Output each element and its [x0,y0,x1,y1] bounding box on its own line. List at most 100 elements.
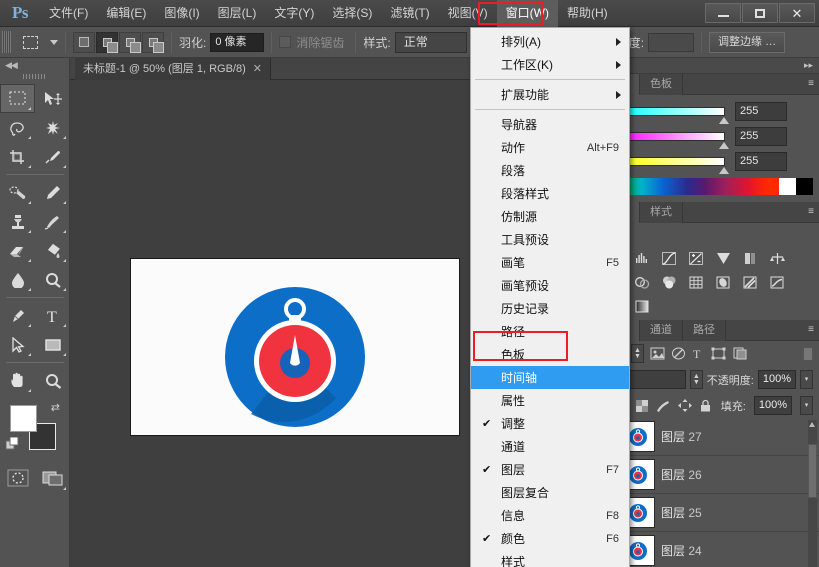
tool-preset-picker[interactable] [17,31,43,53]
feather-input[interactable]: 0 像素 [210,33,264,52]
screen-mode-button[interactable] [35,463,70,493]
window-menu-item-18[interactable]: ✔调整 [471,412,629,435]
fill-dropdown[interactable]: ▾ [800,396,813,415]
antialias-checkbox[interactable] [279,36,291,48]
layer-row[interactable]: 图层 24 [597,532,819,567]
lock-all-icon[interactable] [700,399,711,412]
default-colors-icon[interactable] [6,437,19,455]
zoom-tool[interactable] [35,366,70,395]
black-swatch[interactable] [796,178,813,195]
dock-expand-button[interactable]: ▸▸ [597,58,819,74]
kind-filter-stepper[interactable]: ▲▼ [631,344,644,363]
menu-6[interactable]: 滤镜(T) [381,0,438,27]
move-tool[interactable] [35,84,70,113]
document-tab[interactable]: 未标题-1 @ 50% (图层 1, RGB/8) ✕ [75,58,271,80]
window-menu-item-12[interactable]: 画笔预设 [471,274,629,297]
blend-mode-stepper[interactable]: ▲▼ [690,370,703,389]
pencil-tool[interactable] [35,178,70,207]
window-menu-item-16[interactable]: 时间轴 [471,366,629,389]
menu-5[interactable]: 选择(S) [323,0,381,27]
hand-tool[interactable] [0,366,35,395]
slider-track[interactable] [615,107,725,116]
scrollbar-thumb[interactable] [808,444,817,498]
menu-7[interactable]: 视图(V) [439,0,497,27]
healing-brush-tool[interactable] [0,178,35,207]
threshold-icon[interactable] [765,272,789,293]
window-menu-item-10[interactable]: 工具预设 [471,228,629,251]
window-menu-item-17[interactable]: 属性 [471,389,629,412]
layers-scrollbar[interactable] [808,420,817,567]
opacity-dropdown[interactable]: ▾ [800,370,813,389]
window-menu-item-14[interactable]: 路径 [471,320,629,343]
height-input[interactable] [648,33,694,52]
type-tool[interactable]: T [35,301,70,330]
invert-icon[interactable] [711,272,735,293]
dodge-tool[interactable] [35,265,70,294]
menu-2[interactable]: 图像(I) [155,0,208,27]
window-menu-item-5[interactable]: 导航器 [471,113,629,136]
window-menu-item-0[interactable]: 排列(A) [471,30,629,53]
menu-9[interactable]: 帮助(H) [558,0,617,27]
rectangular-marquee-tool[interactable] [0,84,35,113]
channel-value[interactable]: 255 [735,152,787,171]
eraser-tool[interactable] [0,236,35,265]
fill-value[interactable]: 100% [754,396,792,415]
window-menu-item-13[interactable]: 历史记录 [471,297,629,320]
slider-thumb[interactable] [719,142,729,149]
path-selection-tool[interactable] [0,330,35,359]
filter-pixel-icon[interactable] [650,347,665,360]
window-menu-dropdown[interactable]: 排列(A)工作区(K)扩展功能导航器动作Alt+F9段落段落样式仿制源工具预设画… [470,27,630,567]
close-icon[interactable]: ✕ [253,58,262,80]
window-menu-item-9[interactable]: 仿制源 [471,205,629,228]
menu-0[interactable]: 文件(F) [40,0,97,27]
color-lookup-icon[interactable] [684,272,708,293]
lock-transparency-icon[interactable] [636,400,648,412]
color-balance-icon[interactable] [765,248,789,269]
photo-filter-icon[interactable] [630,272,654,293]
slider-track[interactable] [615,132,725,141]
close-button[interactable]: ✕ [779,3,815,23]
window-menu-item-15[interactable]: 色板 [471,343,629,366]
crop-tool[interactable] [0,142,35,171]
scroll-up-icon[interactable] [809,422,815,427]
layer-filter-toggle[interactable] [803,347,813,361]
history-brush-tool[interactable] [35,207,70,236]
window-menu-item-3[interactable]: 扩展功能 [471,83,629,106]
foreground-color-swatch[interactable] [10,405,37,432]
menu-4[interactable]: 文字(Y) [265,0,323,27]
intersect-selection-button[interactable] [142,32,164,53]
layer-row[interactable]: 图层 27 [597,418,819,456]
tab-2[interactable]: 路径 [683,320,726,341]
refine-edge-button[interactable]: 调整边缘 … [709,32,785,53]
lock-position-icon[interactable] [678,399,692,412]
options-grip[interactable] [2,31,11,53]
pen-tool[interactable] [0,301,35,330]
toolbar-grip[interactable] [23,72,47,81]
slider-thumb[interactable] [719,167,729,174]
swap-colors-icon[interactable]: ⇄ [51,401,60,414]
window-menu-item-21[interactable]: 图层复合 [471,481,629,504]
rectangle-tool[interactable] [35,330,70,359]
tab-swatches[interactable]: 色板 [640,74,683,95]
paint-bucket-tool[interactable] [35,236,70,265]
filter-adjustment-icon[interactable] [671,347,686,360]
levels-icon[interactable] [630,248,654,269]
window-menu-item-19[interactable]: 通道 [471,435,629,458]
menu-3[interactable]: 图层(L) [209,0,266,27]
filter-smart-object-icon[interactable] [732,347,747,360]
window-menu-item-8[interactable]: 段落样式 [471,182,629,205]
eyedropper-tool[interactable] [35,142,70,171]
window-menu-item-1[interactable]: 工作区(K) [471,53,629,76]
lock-image-icon[interactable] [656,400,670,412]
window-menu-item-11[interactable]: 画笔F5 [471,251,629,274]
blur-tool[interactable] [0,265,35,294]
clone-stamp-tool[interactable] [0,207,35,236]
window-menu-item-23[interactable]: ✔颜色F6 [471,527,629,550]
curves-icon[interactable] [657,248,681,269]
opacity-value[interactable]: 100% [758,370,796,389]
window-menu-item-6[interactable]: 动作Alt+F9 [471,136,629,159]
window-menu-item-24[interactable]: 样式 [471,550,629,567]
posterize-icon[interactable] [738,272,762,293]
channel-value[interactable]: 255 [735,127,787,146]
tab-styles[interactable]: 样式 [640,202,683,223]
